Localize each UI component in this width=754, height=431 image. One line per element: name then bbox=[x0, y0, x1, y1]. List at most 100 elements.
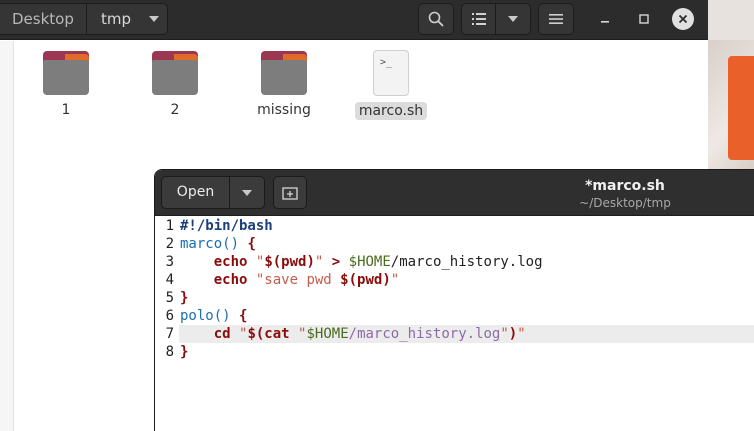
script-icon-glyph: >_ bbox=[380, 57, 393, 68]
code-token: $(cat bbox=[247, 326, 290, 342]
code-line[interactable]: } bbox=[179, 289, 754, 307]
file-manager-header: Desktop tmp bbox=[0, 0, 708, 40]
list-view-icon bbox=[471, 13, 486, 25]
open-button-group: Open bbox=[161, 176, 265, 209]
maximize-button[interactable] bbox=[634, 9, 654, 29]
code-token: " bbox=[500, 326, 509, 342]
code-line[interactable]: marco() { bbox=[179, 235, 754, 253]
text-editor-window: Open *marco.sh ~/Desktop/tmp 1 2 3 4 5 6 7 8 #!… bbox=[154, 169, 754, 431]
breadcrumb-tmp[interactable]: tmp bbox=[87, 4, 167, 34]
item-label: 1 bbox=[61, 102, 71, 118]
line-number: 7 bbox=[165, 326, 174, 342]
file-item-marco-sh[interactable]: >_ marco.sh bbox=[341, 50, 441, 120]
folder-icon bbox=[261, 51, 307, 95]
minimize-button[interactable] bbox=[595, 9, 615, 29]
search-icon bbox=[428, 11, 444, 27]
line-number: 3 bbox=[165, 254, 174, 270]
code-line[interactable]: cd "$(cat "$HOME/marco_history.log")" bbox=[179, 325, 754, 343]
sidebar-edge bbox=[0, 41, 14, 431]
minimize-icon bbox=[601, 21, 609, 23]
code-token: ) bbox=[508, 326, 518, 342]
code-token: echo bbox=[213, 254, 248, 270]
line-number: 6 bbox=[165, 308, 174, 324]
code-token: polo() bbox=[180, 308, 231, 324]
code-token: { bbox=[239, 308, 248, 324]
code-token: } bbox=[180, 290, 189, 306]
folder-body bbox=[43, 60, 89, 95]
line-number: 2 bbox=[165, 236, 174, 252]
path-bar: Desktop tmp bbox=[0, 3, 168, 35]
document-title: *marco.sh bbox=[585, 178, 665, 194]
folder-item-1[interactable]: 1 bbox=[16, 51, 116, 119]
code-token: marco() bbox=[180, 236, 240, 252]
breadcrumb-tmp-label: tmp bbox=[101, 10, 132, 28]
close-icon bbox=[678, 14, 688, 24]
open-button[interactable]: Open bbox=[162, 177, 230, 208]
code-token: $HOME bbox=[348, 254, 391, 270]
screen: Desktop tmp 1 2 missing >_ marco.sh Open… bbox=[0, 0, 754, 431]
folder-body bbox=[152, 60, 198, 95]
hamburger-menu-button[interactable] bbox=[538, 3, 574, 35]
code-token: $(pwd) bbox=[340, 272, 391, 288]
code-token: { bbox=[247, 236, 256, 252]
code-line[interactable]: echo "save pwd $(pwd)" bbox=[179, 271, 754, 289]
code-line[interactable]: echo "$(pwd)" > $HOME/marco_history.log bbox=[179, 253, 754, 271]
code-token: " bbox=[517, 326, 526, 342]
code-token: cd bbox=[213, 326, 231, 342]
hamburger-icon bbox=[549, 14, 563, 24]
orange-dock-panel bbox=[728, 56, 754, 160]
new-tab-button[interactable] bbox=[273, 176, 307, 209]
code-token: > bbox=[331, 254, 341, 270]
chevron-down-icon bbox=[242, 189, 252, 196]
code-token: "save pwd bbox=[255, 272, 341, 288]
editor-title-block: *marco.sh ~/Desktop/tmp bbox=[525, 178, 725, 211]
code-token: $HOME bbox=[306, 326, 349, 342]
document-path: ~/Desktop/tmp bbox=[579, 196, 671, 210]
chevron-down-icon bbox=[149, 16, 159, 22]
item-label: marco.sh bbox=[354, 102, 428, 120]
code-line[interactable]: #!/bin/bash bbox=[179, 217, 754, 235]
list-view-button[interactable] bbox=[462, 4, 497, 34]
line-number: 8 bbox=[165, 344, 174, 360]
editor-header: Open *marco.sh ~/Desktop/tmp bbox=[155, 170, 754, 216]
line-number: 5 bbox=[165, 290, 174, 306]
folder-body bbox=[261, 60, 307, 95]
item-label: missing bbox=[257, 102, 311, 118]
code-token: echo bbox=[213, 272, 248, 288]
code-token: /marco_history.log bbox=[390, 254, 543, 270]
code-line[interactable]: polo() { bbox=[179, 307, 754, 325]
close-button[interactable] bbox=[672, 8, 694, 30]
folder-item-2[interactable]: 2 bbox=[125, 51, 225, 119]
search-button[interactable] bbox=[418, 3, 454, 35]
shell-script-icon: >_ bbox=[373, 50, 409, 96]
chevron-down-icon bbox=[508, 16, 518, 22]
code-token: #!/bin/bash bbox=[180, 218, 273, 234]
line-number-gutter: 1 2 3 4 5 6 7 8 bbox=[155, 217, 179, 431]
folder-item-missing[interactable]: missing bbox=[234, 51, 334, 119]
code-token: /marco_history.log bbox=[348, 326, 501, 342]
open-dropdown-button[interactable] bbox=[230, 177, 264, 208]
line-number: 1 bbox=[165, 218, 174, 234]
maximize-icon bbox=[639, 14, 649, 24]
folder-icon bbox=[152, 51, 198, 95]
item-label: 2 bbox=[170, 102, 180, 118]
code-token: } bbox=[180, 344, 189, 360]
code-editor-area[interactable]: #!/bin/bash marco() { echo "$(pwd)" > $HO… bbox=[179, 217, 754, 431]
view-dropdown-button[interactable] bbox=[496, 4, 530, 34]
code-token: $(pwd) bbox=[264, 254, 315, 270]
breadcrumb-desktop[interactable]: Desktop bbox=[0, 4, 87, 34]
folder-icon bbox=[43, 51, 89, 95]
line-number: 4 bbox=[165, 272, 174, 288]
code-token: " bbox=[390, 272, 400, 288]
code-line[interactable]: } bbox=[179, 343, 754, 361]
